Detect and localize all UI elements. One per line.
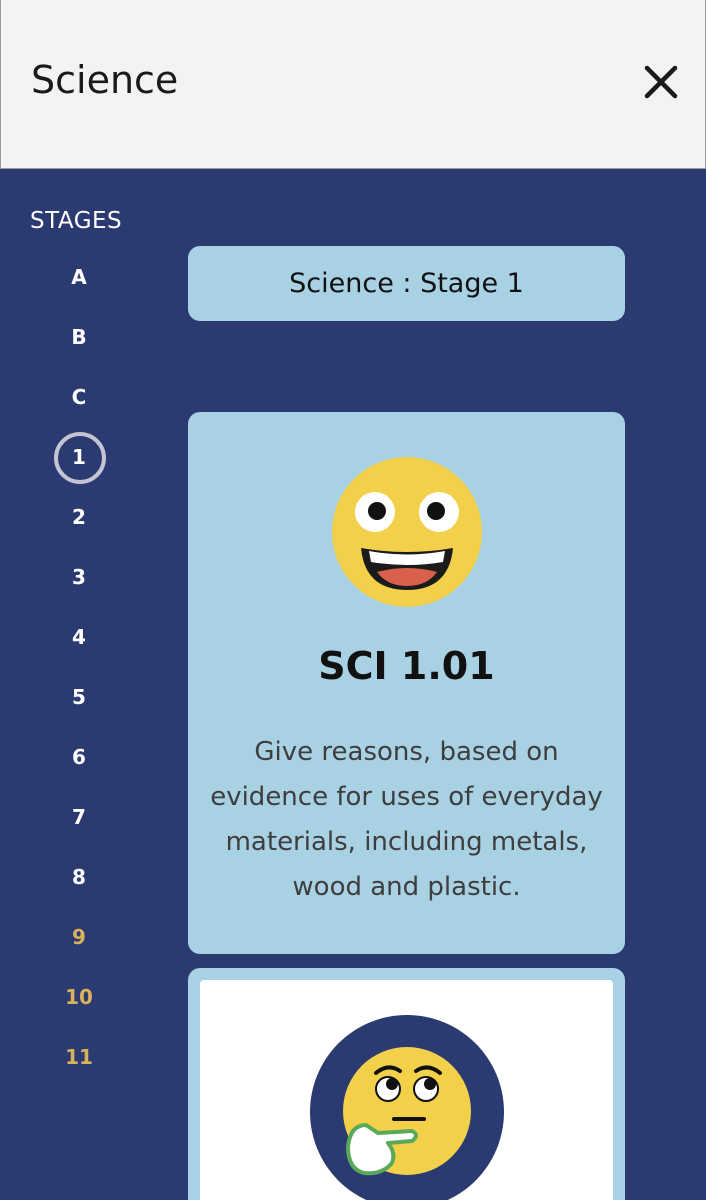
stage-item-10[interactable]: 10	[52, 976, 106, 1018]
stage-item-5[interactable]: 5	[52, 676, 106, 718]
stage-item-3[interactable]: 3	[52, 556, 106, 598]
card-image-area	[200, 980, 613, 1200]
stage-item-label: 10	[65, 985, 93, 1009]
stage-item-2[interactable]: 2	[52, 496, 106, 538]
close-icon	[644, 65, 678, 99]
stage-item-label: 7	[72, 805, 86, 829]
stage-item-8[interactable]: 8	[52, 856, 106, 898]
app-header: Science	[0, 0, 706, 169]
stage-item-9[interactable]: 9	[52, 916, 106, 958]
stage-item-c[interactable]: C	[52, 376, 106, 418]
stage-item-b[interactable]: B	[52, 316, 106, 358]
stage-item-label: 8	[72, 865, 86, 889]
stage-item-label: 5	[72, 685, 86, 709]
stage-item-label: C	[71, 385, 87, 409]
stage-sidebar: STAGES A B C 1 2 3 4 5 6 7 8 9 10 11	[0, 170, 160, 1200]
stage-item-11[interactable]: 11	[52, 1036, 106, 1078]
stages-heading: STAGES	[30, 208, 123, 234]
objective-code: SCI 1.01	[318, 644, 495, 688]
thinking-face-icon	[310, 1015, 504, 1200]
stage-title-pill[interactable]: Science : Stage 1	[188, 246, 625, 321]
grinning-face-icon	[332, 457, 482, 607]
stage-item-label: 2	[72, 505, 86, 529]
stage-item-label: 11	[65, 1045, 93, 1069]
stage-item-label: 4	[72, 625, 86, 649]
page-title: Science	[31, 58, 179, 102]
main-content: STAGES A B C 1 2 3 4 5 6 7 8 9 10 11 Sci…	[0, 170, 706, 1200]
close-button[interactable]	[637, 58, 685, 106]
stage-item-4[interactable]: 4	[52, 616, 106, 658]
objective-card-2[interactable]	[188, 968, 625, 1200]
stage-item-label: 3	[72, 565, 86, 589]
stage-item-label: 1	[72, 445, 86, 469]
objective-card[interactable]: SCI 1.01 Give reasons, based on evidence…	[188, 412, 625, 954]
stage-item-7[interactable]: 7	[52, 796, 106, 838]
stage-item-label: A	[71, 265, 87, 289]
stage-title-label: Science : Stage 1	[289, 268, 524, 299]
stage-item-1[interactable]: 1	[52, 432, 106, 484]
stage-item-label: B	[71, 325, 87, 349]
objective-description: Give reasons, based on evidence for uses…	[210, 737, 603, 902]
stage-item-a[interactable]: A	[52, 256, 106, 298]
stage-item-label: 9	[72, 925, 86, 949]
stage-item-6[interactable]: 6	[52, 736, 106, 778]
stage-item-label: 6	[72, 745, 86, 769]
